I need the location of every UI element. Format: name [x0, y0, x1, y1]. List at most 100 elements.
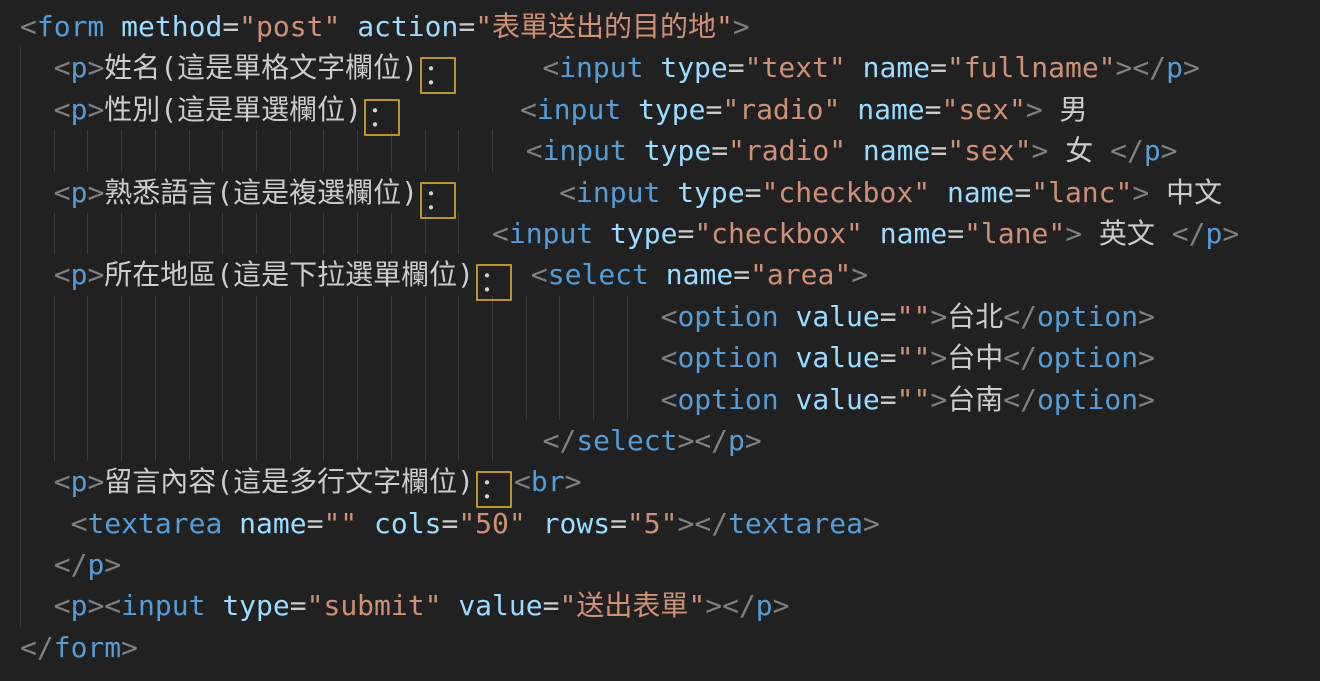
text-token: =: [745, 176, 762, 209]
tag-name-token: p: [71, 465, 88, 498]
punctuation-token: >: [930, 300, 947, 333]
punctuation-token: >: [930, 341, 947, 374]
punctuation-token: >: [1032, 134, 1049, 167]
punctuation-token: <: [559, 176, 576, 209]
tag-name-token: textarea: [87, 507, 222, 540]
text-token: =: [925, 93, 942, 126]
attribute-name-token: name: [863, 134, 930, 167]
text-token: =: [880, 383, 897, 416]
punctuation-token: <: [54, 258, 71, 291]
text-token: [593, 217, 610, 250]
text-token: [863, 217, 880, 250]
punctuation-token: >: [1183, 51, 1200, 84]
attribute-name-token: method: [121, 10, 222, 43]
text-token: =: [458, 10, 475, 43]
code-line-14: </p>: [20, 544, 1320, 585]
punctuation-token: >: [1222, 217, 1239, 250]
attribute-name-token: type: [644, 134, 711, 167]
code-editor[interactable]: <form method="post" action="表單送出的目的地"> <…: [0, 0, 1320, 681]
code-line-6: <input type="checkbox" name="lane"> 英文 <…: [20, 213, 1320, 254]
unicode-highlight-box: ：: [364, 99, 400, 136]
punctuation-token: <: [661, 383, 678, 416]
text-token: =: [706, 93, 723, 126]
text-token: 台北: [947, 300, 1003, 333]
tag-name-token: form: [37, 10, 104, 43]
punctuation-token: <: [54, 465, 71, 498]
string-token: "checkbox": [694, 217, 863, 250]
punctuation-token: <: [104, 589, 121, 622]
punctuation-token: >: [565, 465, 582, 498]
text-token: [20, 217, 492, 250]
punctuation-token: >: [733, 10, 750, 43]
tag-name-token: input: [509, 217, 593, 250]
tag-name-token: p: [1144, 134, 1161, 167]
string-token: "": [897, 383, 931, 416]
tag-name-token: p: [71, 176, 88, 209]
punctuation-token: </: [1003, 383, 1037, 416]
punctuation-token: </: [543, 424, 577, 457]
string-token: "": [897, 300, 931, 333]
attribute-name-token: name: [666, 258, 733, 291]
string-token: "": [897, 341, 931, 374]
punctuation-token: </: [1110, 134, 1144, 167]
text-token: [441, 589, 458, 622]
tag-name-token: input: [543, 134, 627, 167]
code-line-3: <p>性別(這是單選欄位)： <input type="radio" name=…: [20, 89, 1320, 130]
text-token: =: [711, 134, 728, 167]
punctuation-token: </: [1003, 300, 1037, 333]
text-token: [621, 93, 638, 126]
tag-name-token: option: [1037, 300, 1138, 333]
punctuation-token: <: [20, 10, 37, 43]
text-token: [20, 134, 526, 167]
tag-name-token: select: [548, 258, 649, 291]
tag-name-token: option: [677, 383, 778, 416]
text-token: [402, 93, 520, 126]
tag-name-token: p: [728, 424, 745, 457]
text-token: [20, 383, 661, 416]
text-token: =: [610, 507, 627, 540]
tag-name-token: br: [531, 465, 565, 498]
tag-name-token: option: [677, 300, 778, 333]
punctuation-token: <: [54, 93, 71, 126]
code-line-2: <p>姓名(這是單格文字欄位)： <input type="text" name…: [20, 47, 1320, 88]
punctuation-token: >: [1161, 134, 1178, 167]
attribute-name-token: value: [795, 300, 879, 333]
text-token: [840, 93, 857, 126]
punctuation-token: <: [492, 217, 509, 250]
punctuation-token: <: [54, 176, 71, 209]
punctuation-token: >: [851, 258, 868, 291]
punctuation-token: <: [54, 51, 71, 84]
punctuation-token: </: [694, 507, 728, 540]
punctuation-token: </: [20, 631, 54, 664]
punctuation-token: >: [104, 548, 121, 581]
code-line-4: <input type="radio" name="sex"> 女 </p>: [20, 130, 1320, 171]
punctuation-token: >: [87, 93, 104, 126]
punctuation-token: >: [1026, 93, 1043, 126]
punctuation-token: >: [745, 424, 762, 457]
text-token: =: [307, 507, 324, 540]
attribute-name-token: rows: [543, 507, 610, 540]
text-token: 留言內容(這是多行文字欄位): [104, 465, 474, 498]
text-token: [104, 10, 121, 43]
tag-name-token: input: [121, 589, 205, 622]
tag-name-token: p: [71, 589, 88, 622]
attribute-name-token: value: [795, 383, 879, 416]
attribute-name-token: name: [857, 93, 924, 126]
text-token: =: [733, 258, 750, 291]
string-token: "50": [458, 507, 525, 540]
unicode-highlight-box: ：: [420, 57, 456, 94]
text-token: [649, 258, 666, 291]
tag-name-token: option: [677, 341, 778, 374]
string-token: "submit": [307, 589, 442, 622]
punctuation-token: >: [705, 589, 722, 622]
string-token: "area": [750, 258, 851, 291]
code-line-10: <option value="">台南</option>: [20, 379, 1320, 420]
string-token: "表單送出的目的地": [475, 10, 733, 43]
tag-name-token: input: [537, 93, 621, 126]
punctuation-token: <: [520, 93, 537, 126]
punctuation-token: >: [1116, 51, 1133, 84]
text-token: [458, 51, 542, 84]
text-token: 女: [1048, 134, 1110, 167]
string-token: "5": [627, 507, 678, 540]
code-line-5: <p>熟悉語言(這是複選欄位)： <input type="checkbox" …: [20, 172, 1320, 213]
